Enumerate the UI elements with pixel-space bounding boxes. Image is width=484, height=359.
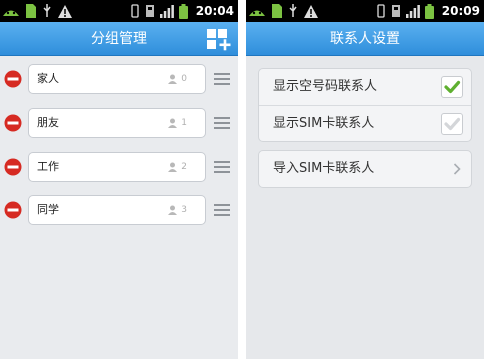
page-title: 分组管理	[91, 31, 147, 47]
checkmark-icon	[444, 80, 461, 94]
show-empty-number-checkbox[interactable]	[441, 76, 463, 98]
warning-icon	[58, 4, 72, 18]
warning-icon	[304, 4, 318, 18]
title-bar: 分组管理	[0, 22, 238, 56]
status-time: 20:04	[195, 4, 234, 18]
group-member-count: 1	[181, 118, 187, 128]
show-sim-contacts-checkbox[interactable]	[441, 113, 463, 135]
signal-icon	[405, 4, 420, 18]
import-card: 导入SIM卡联系人	[258, 150, 472, 188]
setting-label: 显示SIM卡联系人	[273, 116, 375, 131]
group-row: 同学 3	[0, 193, 238, 227]
title-bar: 联系人设置	[246, 22, 484, 56]
setting-show-empty-number[interactable]: 显示空号码联系人	[259, 69, 471, 105]
remove-icon[interactable]	[4, 201, 22, 219]
android-icon	[3, 10, 19, 16]
drag-handle-icon[interactable]	[214, 116, 230, 130]
group-member-count: 2	[181, 162, 187, 172]
data-icon	[391, 5, 400, 17]
signal-icon	[159, 4, 174, 18]
remove-icon[interactable]	[4, 114, 22, 132]
group-name-field[interactable]: 同学 3	[28, 195, 206, 225]
group-member-count: 3	[181, 205, 187, 215]
group-name-field[interactable]: 家人 0	[28, 64, 206, 94]
group-name: 朋友	[37, 116, 59, 129]
battery-icon	[178, 3, 188, 19]
battery-icon	[424, 3, 434, 19]
person-icon	[168, 205, 177, 215]
group-name-field[interactable]: 工作 2	[28, 152, 206, 182]
drag-handle-icon[interactable]	[214, 72, 230, 86]
usb-icon	[43, 4, 51, 17]
setting-label: 显示空号码联系人	[273, 79, 378, 94]
status-bar: 20:09	[246, 0, 484, 22]
android-icon	[249, 10, 265, 16]
remove-icon[interactable]	[4, 158, 22, 176]
group-row: 朋友 1	[0, 106, 238, 140]
status-bar: 20:04	[0, 0, 238, 22]
usb-icon	[289, 4, 297, 17]
status-time: 20:09	[441, 4, 480, 18]
import-label: 导入SIM卡联系人	[273, 161, 375, 176]
group-name: 同学	[37, 203, 59, 216]
person-icon	[168, 162, 177, 172]
chevron-right-icon	[453, 163, 461, 175]
group-member-count: 0	[181, 74, 187, 84]
group-management-screen: 20:04 分组管理 家人 0 朋友 1 工作 2 同学 3	[0, 0, 238, 359]
vibrate-icon	[131, 4, 139, 18]
drag-handle-icon[interactable]	[214, 160, 230, 174]
page-title: 联系人设置	[330, 31, 400, 47]
sd-card-icon	[26, 4, 36, 18]
person-icon	[168, 118, 177, 128]
contact-settings-screen: 20:09 联系人设置 显示空号码联系人 显示SIM卡联系人 导入SIM卡联系人	[246, 0, 484, 359]
add-group-icon[interactable]	[206, 26, 232, 52]
group-name: 工作	[37, 160, 59, 173]
person-icon	[168, 74, 177, 84]
group-name: 家人	[37, 72, 59, 85]
group-name-field[interactable]: 朋友 1	[28, 108, 206, 138]
import-sim-contacts-item[interactable]: 导入SIM卡联系人	[259, 151, 471, 187]
setting-show-sim-contacts[interactable]: 显示SIM卡联系人	[259, 105, 471, 141]
display-settings-card: 显示空号码联系人 显示SIM卡联系人	[258, 68, 472, 142]
sd-card-icon	[272, 4, 282, 18]
remove-icon[interactable]	[4, 70, 22, 88]
group-row: 工作 2	[0, 150, 238, 184]
group-row: 家人 0	[0, 62, 238, 96]
vibrate-icon	[377, 4, 385, 18]
data-icon	[145, 5, 154, 17]
checkmark-icon	[444, 117, 461, 131]
drag-handle-icon[interactable]	[214, 203, 230, 217]
